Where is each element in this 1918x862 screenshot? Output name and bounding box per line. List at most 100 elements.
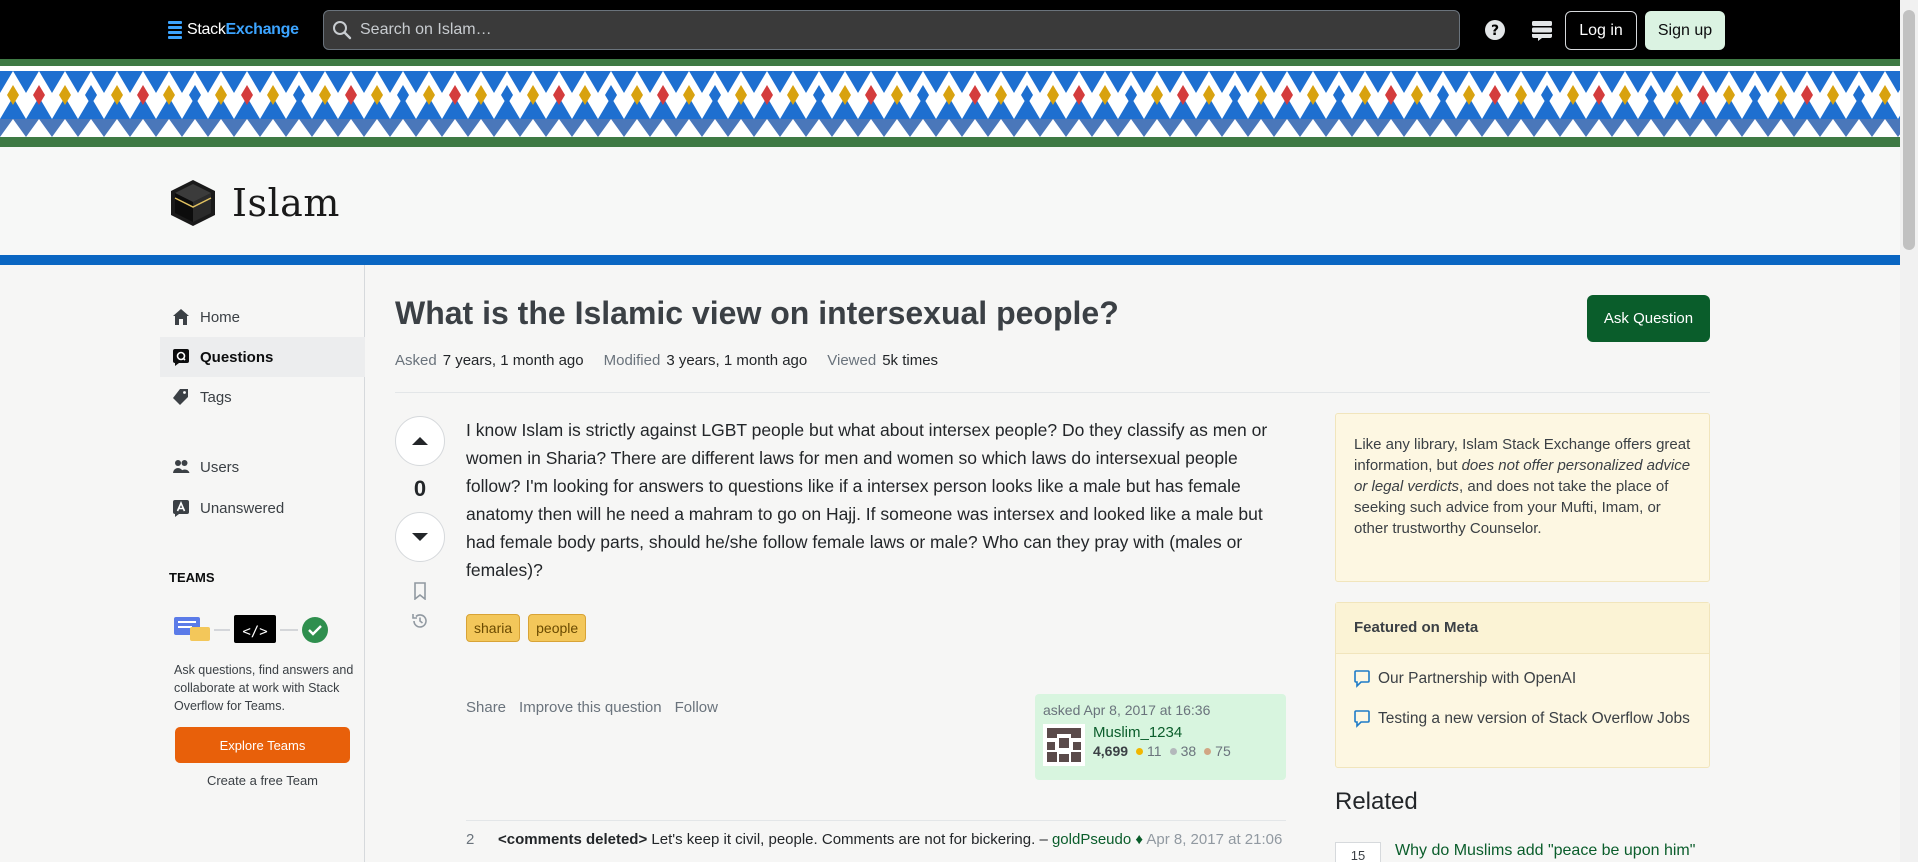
- owner-name[interactable]: Muslim_1234: [1093, 724, 1231, 741]
- kaaba-logo-icon: [171, 180, 215, 226]
- modified-label: Modified: [603, 352, 661, 369]
- explore-teams-button[interactable]: Explore Teams: [175, 727, 350, 763]
- meta-chat-icon: [1354, 668, 1378, 694]
- upvote-arrow-icon: [412, 437, 428, 445]
- teams-description: Ask questions, find answers and collabor…: [174, 663, 354, 713]
- comments-deleted-tag: <comments deleted>: [498, 831, 648, 848]
- avatar[interactable]: [1043, 724, 1085, 766]
- featured-heading: Featured on Meta: [1336, 603, 1709, 654]
- asked-meta: Asked 7 years, 1 month ago: [395, 352, 584, 369]
- bronze-badge-icon: [1204, 747, 1212, 755]
- comment-user[interactable]: goldPseudo: [1052, 831, 1131, 848]
- nav-unanswered-label: Unanswered: [200, 499, 285, 517]
- modified-meta: Modified 3 years, 1 month ago: [604, 352, 808, 369]
- nav-home-label: Home: [200, 308, 241, 326]
- title-divider: [395, 392, 1710, 393]
- question-title[interactable]: What is the Islamic view on intersexual …: [395, 295, 1119, 332]
- owner-reputation: 4,699: [1093, 743, 1129, 759]
- search-input[interactable]: [360, 21, 1440, 39]
- teams-heading: TEAMS: [169, 570, 215, 585]
- brand-exchange: Exchange: [225, 21, 299, 38]
- nav-home[interactable]: Home: [160, 297, 365, 337]
- comments-divider: [466, 820, 1286, 821]
- follow-link[interactable]: Follow: [675, 699, 718, 716]
- related-score: 15: [1335, 842, 1381, 862]
- site-name: Islam: [232, 181, 340, 225]
- ask-question-button[interactable]: Ask Question: [1587, 295, 1710, 342]
- search-box[interactable]: [323, 10, 1460, 50]
- tag-icon: [170, 386, 192, 408]
- top-bar: StackExchange ? Log in Sign up: [0, 0, 1900, 59]
- stackexchange-icon: [168, 21, 182, 39]
- nav-tags[interactable]: Tags: [160, 377, 365, 417]
- nav-unanswered[interactable]: Unanswered: [160, 488, 365, 528]
- nav-questions-label: Questions: [200, 348, 274, 366]
- upvote-button[interactable]: [395, 416, 445, 466]
- meta-chat-icon: [1354, 708, 1378, 734]
- teams-illustration: </>: [174, 615, 328, 643]
- viewed-meta: Viewed 5k times: [827, 352, 938, 369]
- viewed-value: 5k times: [882, 352, 939, 369]
- comment-score: 2: [466, 831, 475, 848]
- related-item[interactable]: 15 Why do Muslims add "peace be upon him…: [1335, 842, 1695, 862]
- search-icon: [324, 11, 360, 49]
- asked-value: 7 years, 1 month ago: [442, 352, 584, 369]
- home-icon: [170, 306, 192, 328]
- tag-sharia[interactable]: sharia: [466, 614, 521, 642]
- questions-icon: [170, 346, 192, 368]
- header-accent-band: [0, 255, 1900, 265]
- nav-users[interactable]: Users: [160, 447, 365, 487]
- question-body: I know Islam is strictly against LGBT pe…: [466, 420, 1268, 580]
- post-menu: Share Improve this question Follow: [466, 699, 718, 716]
- share-link[interactable]: Share: [466, 699, 506, 716]
- tag-list: sharia people: [466, 614, 587, 642]
- bookmark-icon[interactable]: [395, 576, 445, 606]
- signup-button[interactable]: Sign up: [1645, 11, 1725, 50]
- library-notice: Like any library, Islam Stack Exchange o…: [1335, 413, 1710, 582]
- banner-top-band: [0, 59, 1900, 71]
- viewed-label: Viewed: [827, 352, 877, 369]
- asked-timestamp[interactable]: asked Apr 8, 2017 at 16:36: [1043, 702, 1278, 718]
- stackexchange-logo[interactable]: Stack Exchange: [168, 19, 299, 41]
- create-team-link[interactable]: Create a free Team: [175, 773, 350, 788]
- downvote-button[interactable]: [395, 512, 445, 562]
- svg-text:?: ?: [1491, 23, 1499, 39]
- svg-text:</>: </>: [242, 624, 267, 640]
- featured-item[interactable]: Testing a new version of Stack Overflow …: [1336, 708, 1709, 734]
- nav-questions[interactable]: Questions: [160, 337, 365, 377]
- banner-bottom-band: [0, 137, 1900, 147]
- gold-badge-icon: [1136, 747, 1144, 755]
- nav-tags-label: Tags: [200, 388, 232, 406]
- comment: 2 <comments deleted> Let's keep it civil,…: [466, 828, 1286, 852]
- silver-badge-icon: [1169, 747, 1177, 755]
- improve-question-link[interactable]: Improve this question: [519, 699, 662, 716]
- unanswered-icon: [170, 497, 192, 519]
- tag-people[interactable]: people: [528, 614, 587, 642]
- brand-stack: Stack: [187, 21, 226, 38]
- modified-value[interactable]: 3 years, 1 month ago: [666, 352, 807, 369]
- site-banner-pattern: [0, 71, 1900, 141]
- featured-item-label: Our Partnership with OpenAI: [1378, 670, 1577, 687]
- site-logo[interactable]: Islam: [168, 175, 340, 231]
- silver-count: 38: [1180, 743, 1197, 759]
- history-icon[interactable]: [395, 606, 445, 636]
- scrollbar-thumb[interactable]: [1903, 10, 1915, 250]
- help-icon[interactable]: ?: [1483, 18, 1507, 42]
- vote-count: 0: [413, 476, 427, 501]
- featured-item[interactable]: Our Partnership with OpenAI: [1336, 668, 1709, 694]
- owner-stats: 4,699 11 38 75: [1093, 743, 1231, 759]
- login-button[interactable]: Log in: [1565, 11, 1637, 50]
- comment-timestamp[interactable]: Apr 8, 2017 at 21:06: [1146, 831, 1282, 848]
- asked-label: Asked: [395, 352, 437, 369]
- related-link[interactable]: Why do Muslims add "peace be upon him": [1395, 842, 1695, 862]
- featured-on-meta: Featured on Meta Our Partnership with Op…: [1335, 602, 1710, 768]
- site-switcher-icon[interactable]: [1530, 18, 1554, 42]
- question-meta: Asked 7 years, 1 month ago Modified 3 year…: [395, 352, 938, 369]
- bronze-count: 75: [1215, 743, 1231, 759]
- moderator-diamond-icon: ♦: [1135, 831, 1144, 848]
- vote-cell: 0: [395, 416, 445, 636]
- comment-text: Let's keep it civil, people. Comments ar…: [651, 831, 1048, 848]
- users-icon: [170, 456, 192, 478]
- downvote-arrow-icon: [412, 533, 428, 541]
- related-heading: Related: [1335, 788, 1418, 815]
